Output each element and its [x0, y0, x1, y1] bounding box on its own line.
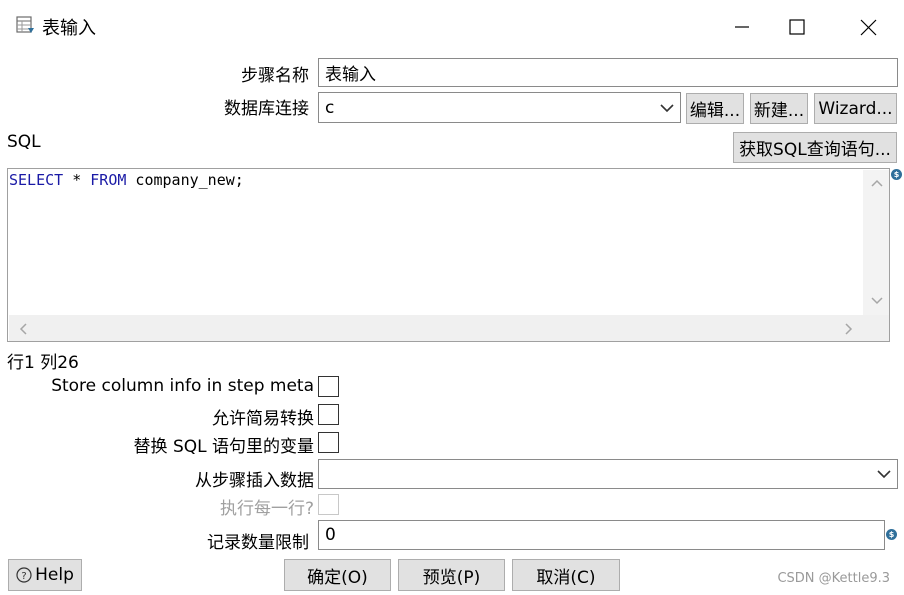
- minimize-icon: [735, 26, 749, 28]
- ok-label: 确定(O): [307, 567, 368, 588]
- step-name-value: 表输入: [325, 65, 376, 85]
- help-circle-icon: ?: [16, 567, 32, 583]
- lazy-conversion-checkbox[interactable]: [318, 404, 339, 425]
- wizard-button[interactable]: Wizard...: [814, 93, 897, 124]
- step-name-input[interactable]: 表输入: [318, 58, 898, 87]
- variable-icon: $: [886, 529, 897, 540]
- limit-label: 记录数量限制: [207, 533, 309, 553]
- scroll-up-icon[interactable]: [871, 179, 883, 187]
- lazy-conversion-label: 允许简易转换: [212, 409, 314, 429]
- table-input-icon: [16, 16, 34, 33]
- sql-table: company_new;: [126, 171, 244, 189]
- edit-connection-button[interactable]: 编辑...: [686, 93, 744, 124]
- new-connection-button[interactable]: 新建...: [750, 93, 808, 124]
- maximize-button[interactable]: [775, 10, 819, 44]
- db-connection-select[interactable]: c: [318, 92, 681, 123]
- cursor-position: 行1 列26: [7, 353, 79, 373]
- limit-input[interactable]: 0: [318, 520, 885, 550]
- sql-label: SQL: [7, 132, 41, 152]
- insert-from-step-select[interactable]: [318, 459, 898, 489]
- execute-each-row-label: 执行每一行?: [219, 499, 314, 519]
- wizard-label: Wizard...: [818, 98, 893, 119]
- sql-star: *: [63, 171, 91, 189]
- cancel-button[interactable]: 取消(C): [512, 559, 620, 591]
- minimize-button[interactable]: [720, 10, 764, 44]
- get-sql-label: 获取SQL查询语句...: [739, 140, 891, 160]
- help-button[interactable]: ? Help: [8, 559, 82, 591]
- watermark: CSDN @Kettle9.3: [777, 571, 890, 586]
- window-title: 表输入: [42, 18, 96, 39]
- preview-button[interactable]: 预览(P): [398, 559, 505, 591]
- svg-text:?: ?: [21, 571, 26, 582]
- sql-editor[interactable]: SELECT * FROM company_new;: [7, 168, 890, 342]
- limit-value: 0: [325, 525, 336, 545]
- chevron-down-icon: [660, 103, 674, 112]
- title-bar: 表输入: [0, 0, 904, 52]
- scroll-right-icon[interactable]: [845, 323, 853, 335]
- close-button[interactable]: [846, 10, 890, 44]
- edit-connection-label: 编辑...: [689, 101, 741, 121]
- cancel-label: 取消(C): [536, 567, 596, 588]
- sql-keyword-select: SELECT: [9, 171, 64, 189]
- new-connection-label: 新建...: [753, 101, 805, 121]
- variable-icon: $: [891, 169, 902, 180]
- horizontal-scrollbar[interactable]: [9, 315, 889, 341]
- get-sql-button[interactable]: 获取SQL查询语句...: [733, 132, 897, 163]
- db-connection-label: 数据库连接: [224, 99, 309, 119]
- scroll-left-icon[interactable]: [19, 323, 27, 335]
- step-name-label: 步骤名称: [241, 66, 309, 86]
- insert-from-step-label: 从步骤插入数据: [195, 471, 314, 491]
- vertical-scrollbar[interactable]: [863, 170, 889, 315]
- help-label: Help: [35, 565, 74, 585]
- db-connection-value: c: [325, 97, 335, 118]
- replace-variables-checkbox[interactable]: [318, 432, 339, 453]
- scroll-down-icon[interactable]: [871, 297, 883, 305]
- chevron-down-icon: [877, 470, 891, 479]
- sql-text[interactable]: SELECT * FROM company_new;: [9, 171, 244, 189]
- ok-button[interactable]: 确定(O): [284, 559, 391, 591]
- sql-keyword-from: FROM: [90, 171, 127, 189]
- maximize-icon: [789, 19, 805, 35]
- preview-label: 预览(P): [422, 567, 481, 588]
- replace-variables-label: 替换 SQL 语句里的变量: [133, 437, 314, 457]
- store-column-info-checkbox[interactable]: [318, 376, 339, 397]
- close-icon: [860, 19, 876, 35]
- store-column-info-label: Store column info in step meta: [51, 376, 314, 396]
- execute-each-row-checkbox: [318, 494, 339, 515]
